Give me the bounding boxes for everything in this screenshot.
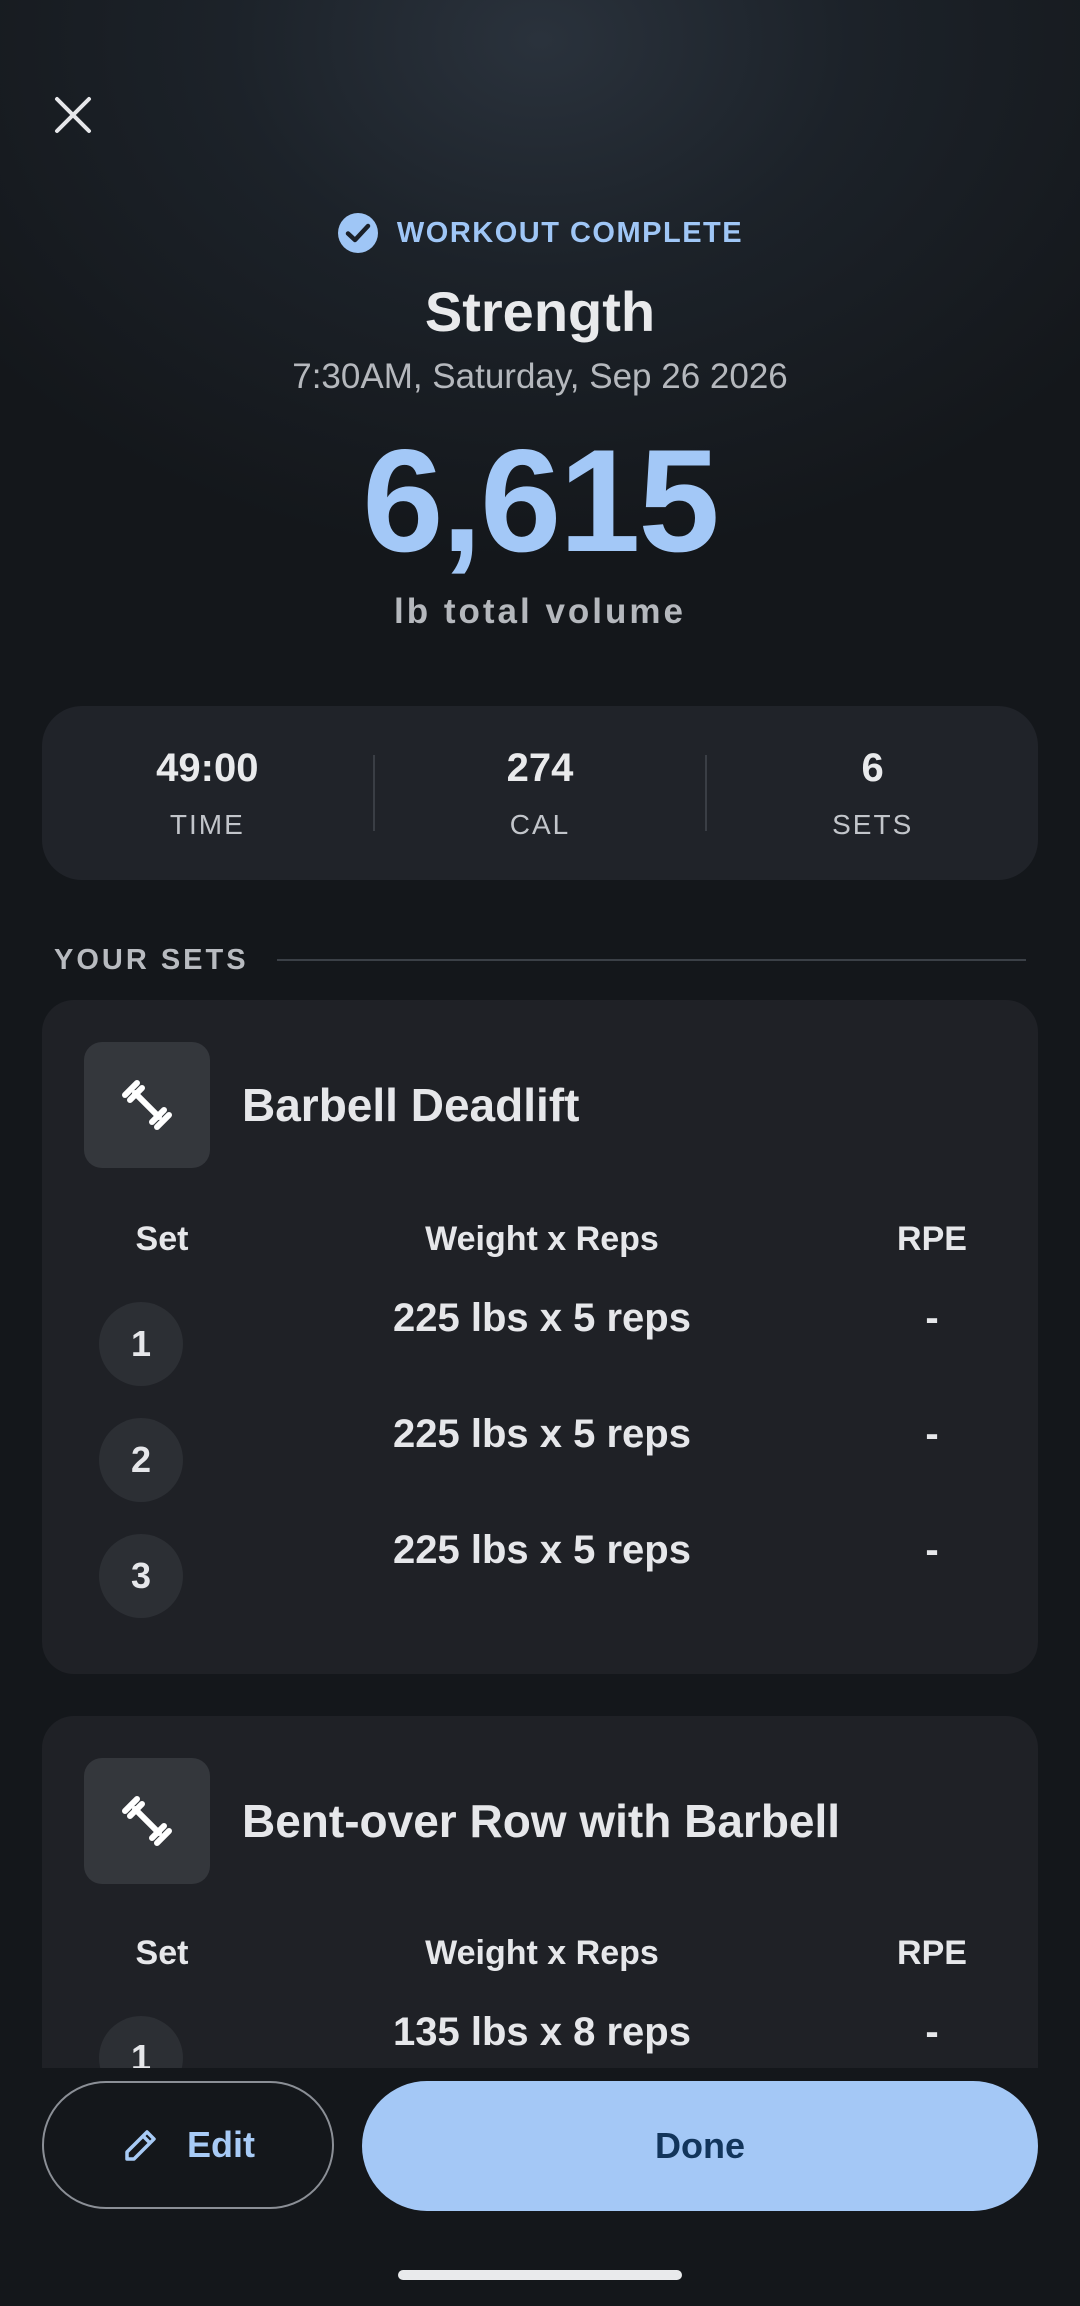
exercise-name: Bent-over Row with Barbell — [242, 1795, 841, 1847]
total-volume: 6,615 — [362, 419, 719, 582]
set-weight-reps: 225 lbs x 5 reps — [393, 1412, 691, 1456]
set-weight-reps: 225 lbs x 5 reps — [393, 1296, 691, 1340]
set-row: 2 225 lbs x 5 reps - — [42, 1412, 1038, 1502]
stat-time: 49:00 TIME — [42, 746, 373, 841]
column-set: Set — [135, 1220, 189, 1258]
stats-card: 49:00 TIME 274 CAL 6 SETS — [42, 706, 1038, 880]
workout-title: Strength — [424, 280, 656, 343]
stat-label: TIME — [169, 808, 245, 840]
stat-sets: 6 SETS — [707, 746, 1038, 841]
exercise-icon-tile — [84, 1758, 210, 1884]
set-number-badge: 2 — [99, 1418, 183, 1502]
workout-summary-header: WORKOUT COMPLETE Strength 7:30AM, Saturd… — [0, 210, 1080, 632]
workout-datetime: 7:30AM, Saturday, Sep 26 2026 — [292, 357, 788, 396]
sets-table-header: Set Weight x Reps RPE — [42, 1220, 1038, 1260]
set-weight-reps: 135 lbs x 8 reps — [393, 2010, 691, 2054]
exercise-header: Bent-over Row with Barbell — [84, 1758, 840, 1884]
set-number-badge: 1 — [99, 1302, 183, 1386]
stat-value: 6 — [861, 745, 884, 790]
set-row: 1 135 lbs x 8 reps - — [42, 2010, 1038, 2068]
done-button[interactable]: Done — [362, 2081, 1038, 2211]
stat-calories: 274 CAL — [375, 746, 706, 841]
edit-button-label: Edit — [187, 2124, 255, 2165]
exercise-card: Bent-over Row with Barbell Set Weight x … — [42, 1716, 1038, 2068]
exercise-card: Barbell Deadlift Set Weight x Reps RPE 1… — [42, 1000, 1038, 1674]
home-indicator[interactable] — [398, 2270, 682, 2280]
set-weight-reps: 225 lbs x 5 reps — [393, 1528, 691, 1572]
column-set: Set — [135, 1934, 189, 1972]
set-rpe: - — [925, 2010, 939, 2054]
workout-status: WORKOUT COMPLETE — [0, 210, 1080, 256]
section-title: YOUR SETS — [54, 943, 249, 976]
set-number-badge: 1 — [99, 2016, 183, 2068]
set-rpe: - — [925, 1528, 939, 1572]
close-icon — [55, 97, 91, 133]
stat-label: SETS — [832, 808, 914, 840]
column-rpe: RPE — [897, 1934, 967, 1972]
set-row: 3 225 lbs x 5 reps - — [42, 1528, 1038, 1618]
check-circle-icon — [337, 213, 378, 253]
stat-value: 274 — [506, 745, 574, 790]
set-rpe: - — [925, 1412, 939, 1456]
close-button[interactable] — [48, 90, 98, 140]
status-label: WORKOUT COMPLETE — [396, 216, 744, 249]
sets-table-header: Set Weight x Reps RPE — [42, 1934, 1038, 1974]
column-weight-reps: Weight x Reps — [425, 1934, 659, 1972]
exercise-header: Barbell Deadlift — [84, 1042, 579, 1168]
exercise-icon-tile — [84, 1042, 210, 1168]
total-volume-unit: lb total volume — [394, 592, 686, 631]
edit-button[interactable]: Edit — [42, 2081, 334, 2209]
scroll-content[interactable]: WORKOUT COMPLETE Strength 7:30AM, Saturd… — [0, 0, 1080, 2068]
set-row: 1 225 lbs x 5 reps - — [42, 1296, 1038, 1386]
pencil-icon — [125, 2130, 156, 2161]
column-rpe: RPE — [897, 1220, 967, 1258]
done-button-label: Done — [655, 2125, 745, 2166]
stat-label: CAL — [509, 808, 571, 840]
dumbbell-icon — [122, 1080, 172, 1130]
divider — [276, 959, 1026, 961]
set-number-badge: 3 — [99, 1534, 183, 1618]
your-sets-header: YOUR SETS — [54, 940, 1026, 980]
dumbbell-icon — [122, 1796, 172, 1846]
exercise-name: Barbell Deadlift — [242, 1079, 580, 1131]
stat-value: 49:00 — [156, 745, 259, 790]
column-weight-reps: Weight x Reps — [425, 1220, 659, 1258]
set-rpe: - — [925, 1296, 939, 1340]
